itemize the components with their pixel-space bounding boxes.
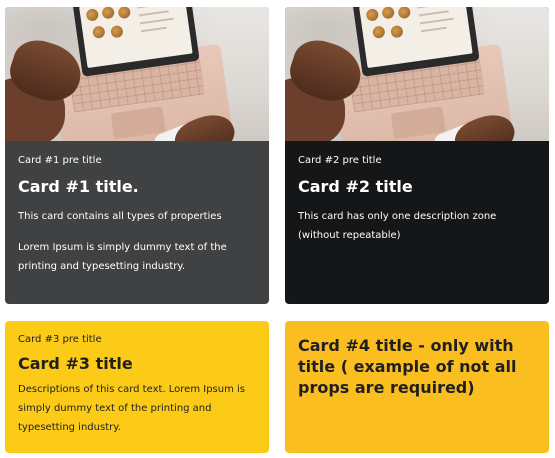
card-1[interactable]: Card #1 pre title Card #1 title. This ca… — [5, 7, 269, 304]
card-4[interactable]: Card #4 title - only with title ( exampl… — [285, 321, 549, 453]
card-description: Descriptions of this card text. Lorem Ip… — [18, 384, 245, 433]
card-description: This card has only one description zone … — [298, 211, 497, 241]
card-pretitle: Card #1 pre title — [18, 155, 102, 166]
card-title: Card #4 title - only with title ( exampl… — [298, 336, 517, 397]
card-description: Lorem Ipsum is simply dummy text of the … — [18, 242, 227, 272]
card-2-image — [285, 7, 549, 141]
card-3[interactable]: Card #3 pre title Card #3 title Descript… — [5, 321, 269, 453]
card-2[interactable]: Card #2 pre title Card #2 title This car… — [285, 7, 549, 304]
card-grid: Card #1 pre title Card #1 title. This ca… — [0, 0, 555, 458]
card-1-image — [5, 7, 269, 141]
card-title: Card #3 title — [18, 354, 133, 373]
card-title: Card #2 title — [298, 177, 413, 196]
card-pretitle: Card #2 pre title — [298, 155, 382, 166]
card-pretitle: Card #3 pre title — [18, 334, 102, 345]
card-title: Card #1 title. — [18, 177, 139, 196]
card-description: This card contains all types of properti… — [18, 211, 222, 222]
